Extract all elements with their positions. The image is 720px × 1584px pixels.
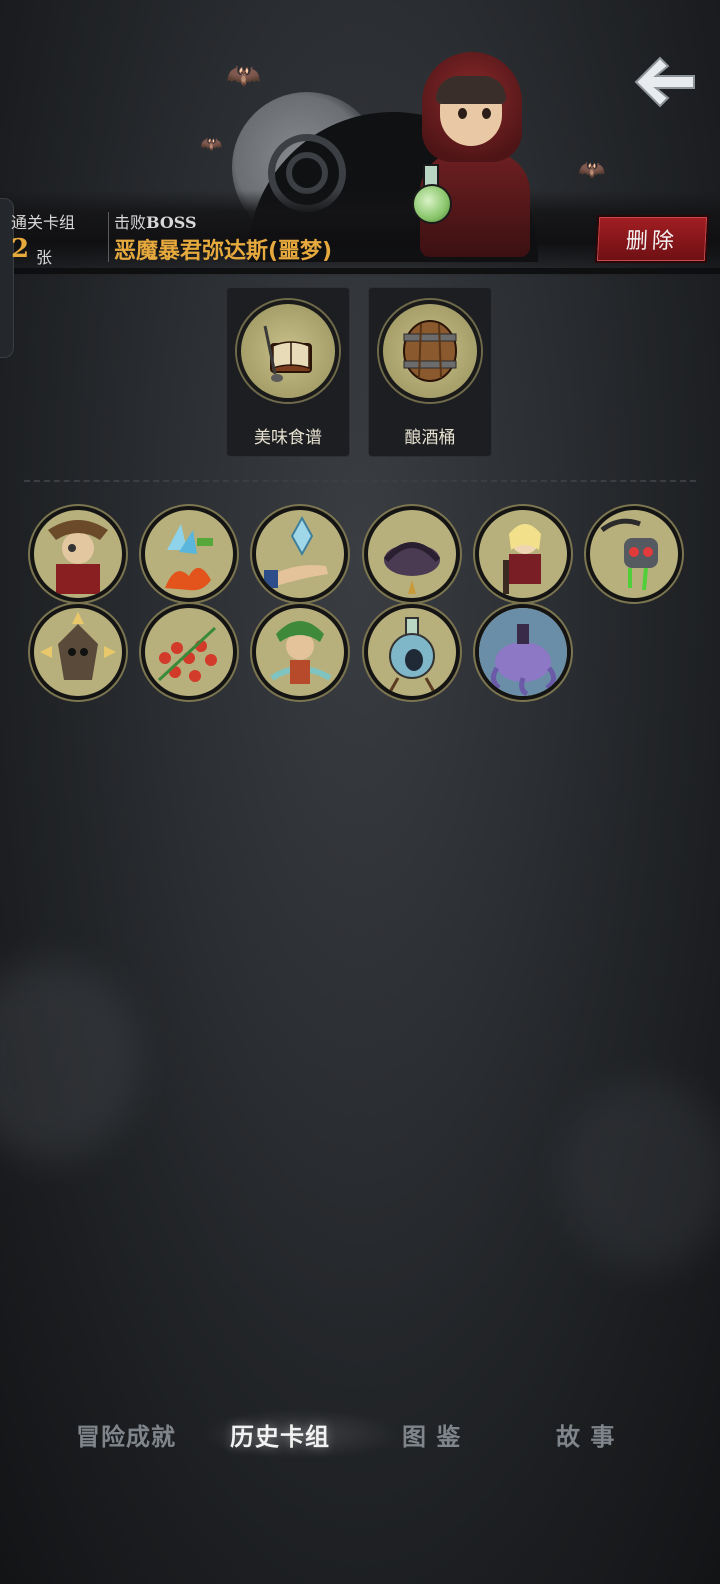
recipe-book-icon — [237, 300, 339, 402]
character-eye — [458, 108, 467, 119]
tab-codex[interactable]: 图 鉴 — [402, 1417, 461, 1452]
card-bottle-bird-icon[interactable] — [364, 604, 460, 700]
relic-label: 酿酒桶 — [404, 428, 456, 448]
back-arrow-icon — [634, 56, 695, 108]
card-nest-icon[interactable] — [364, 506, 460, 602]
tab-story[interactable]: 故 事 — [556, 1417, 615, 1452]
clear-deck-label: 通关卡组 — [11, 213, 76, 232]
section-divider — [24, 480, 696, 482]
tab-history-decks[interactable]: 历史卡组 — [230, 1417, 330, 1452]
card-dryad-icon[interactable] — [252, 604, 348, 700]
clear-deck-unit: 张 — [36, 248, 53, 267]
relic-card[interactable]: 酿酒桶 — [368, 287, 492, 457]
defeat-boss-label: 击败BOSS — [114, 209, 197, 233]
bottom-navigation: 冒险成就 历史卡组 图 鉴 故 事 — [40, 1405, 680, 1465]
card-ice-fire-icon[interactable] — [141, 506, 237, 602]
banner-edge — [0, 268, 720, 274]
defeat-label-prefix: 击败 — [114, 213, 147, 232]
background-smudge — [0, 960, 140, 1160]
bat-icon: 🦇 — [226, 59, 261, 92]
tab-achievements[interactable]: 冒险成就 — [76, 1417, 176, 1452]
card-beads-icon[interactable] — [141, 604, 237, 700]
background-smudge — [560, 1080, 720, 1270]
clear-deck-count: 2 — [11, 234, 30, 264]
card-skull-scythe-icon[interactable] — [586, 506, 682, 602]
character-portrait — [400, 52, 540, 257]
character-hair — [436, 76, 506, 104]
card-captain-icon[interactable] — [30, 506, 126, 602]
bat-icon: 🦇 — [578, 158, 606, 183]
card-tentacle-icon[interactable] — [475, 604, 571, 700]
character-eye — [482, 108, 491, 119]
card-skull-spikes-icon[interactable] — [30, 604, 126, 700]
card-girl-chair-icon[interactable] — [475, 506, 571, 602]
header-divider — [108, 212, 109, 262]
potion-flask-icon — [412, 184, 452, 224]
bat-icon: 🦇 — [200, 134, 223, 155]
delete-button[interactable]: 删除 — [594, 215, 710, 263]
defeat-label-suffix: BOSS — [146, 213, 197, 232]
spiral-illustration-inner — [286, 152, 328, 194]
relic-label: 美味食谱 — [254, 428, 322, 448]
boss-name: 恶魔暴君弥达斯(噩梦) — [114, 239, 333, 264]
back-button[interactable] — [630, 52, 700, 112]
relic-card[interactable]: 美味食谱 — [226, 287, 350, 457]
card-crystal-hand-icon[interactable] — [252, 506, 348, 602]
barrel-icon — [379, 300, 481, 402]
